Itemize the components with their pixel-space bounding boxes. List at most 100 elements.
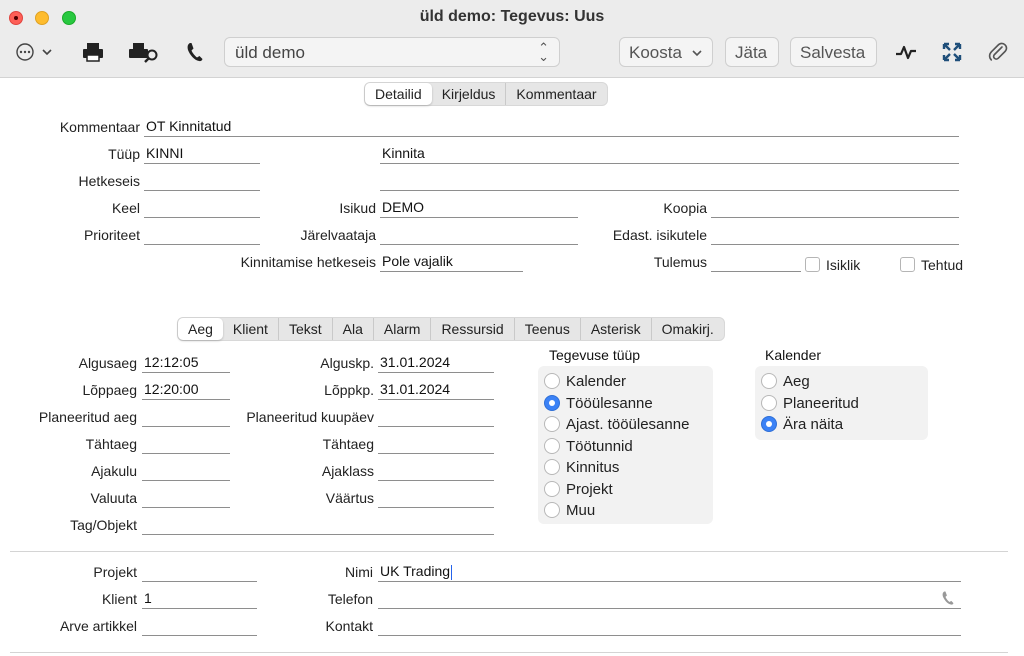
radio-button[interactable] — [544, 438, 560, 454]
expand-button[interactable] — [940, 40, 964, 64]
keel-label: Keel — [111, 200, 140, 216]
vaartus-field[interactable] — [378, 488, 494, 508]
klient-label: Klient — [101, 591, 137, 607]
planeeritud-kuupaev-field[interactable] — [378, 407, 494, 427]
hetkeseis-label: Hetkeseis — [78, 173, 140, 189]
kommentaar-field[interactable]: OT Kinnitatud — [144, 117, 959, 137]
kommentaar-label: Kommentaar — [59, 119, 140, 135]
radio-label: Planeeritud — [783, 394, 859, 412]
tab-aeg[interactable]: Aeg — [178, 318, 223, 340]
radio-button[interactable] — [544, 481, 560, 497]
telefon-field[interactable] — [378, 589, 961, 609]
more-actions-button[interactable] — [14, 40, 56, 64]
radio-button[interactable] — [761, 395, 777, 411]
tulemus-field[interactable] — [711, 252, 801, 272]
radio-planeeritud[interactable]: Planeeritud — [761, 393, 859, 413]
jarelvaataja-field[interactable] — [380, 225, 578, 245]
radio-ara-naita[interactable]: Ära näita — [761, 414, 843, 434]
radio-muu[interactable]: Muu — [544, 500, 595, 520]
ajakulu-field[interactable] — [142, 461, 230, 481]
jarelvaataja-label: Järelvaataja — [300, 227, 377, 243]
tab-kommentaar[interactable]: Kommentaar — [506, 83, 606, 105]
radio-projekt[interactable]: Projekt — [544, 479, 613, 499]
edast-isikutele-label: Edast. isikutele — [612, 227, 707, 243]
radio-button[interactable] — [544, 416, 560, 432]
prioriteet-field[interactable] — [144, 225, 260, 245]
radio-kalender[interactable]: Kalender — [544, 371, 626, 391]
kontakt-label: Kontakt — [325, 618, 373, 634]
print-preview-icon — [129, 43, 158, 63]
tab-omakirj[interactable]: Omakirj. — [652, 318, 724, 340]
radio-aeg[interactable]: Aeg — [761, 371, 810, 391]
tehtud-checkbox[interactable] — [900, 257, 915, 272]
keel-field[interactable] — [144, 198, 260, 218]
loppkp-field[interactable]: 31.01.2024 — [378, 380, 494, 400]
koopia-field[interactable] — [711, 198, 959, 218]
tag-objekt-field[interactable] — [142, 515, 494, 535]
koopia-label: Koopia — [663, 200, 707, 216]
print-preview-button[interactable] — [128, 40, 160, 64]
hetkeseis-description-field[interactable] — [380, 171, 959, 191]
vaartus-label: Väärtus — [325, 490, 374, 506]
algusaeg-label: Algusaeg — [78, 355, 137, 371]
tegevuse-tyyp-title: Tegevuse tüüp — [549, 347, 641, 363]
radio-label: Ajast. tööülesanne — [566, 415, 690, 433]
tahtaeg2-field[interactable] — [378, 434, 494, 454]
tyyp-label: Tüüp — [108, 146, 140, 162]
tab-alarm[interactable]: Alarm — [374, 318, 432, 340]
tyyp-field[interactable]: KINNI — [144, 144, 260, 164]
activity-button[interactable] — [893, 40, 919, 64]
radio-tooulesanne[interactable]: Tööülesanne — [544, 393, 653, 413]
tab-asterisk[interactable]: Asterisk — [581, 318, 652, 340]
print-button[interactable] — [80, 40, 106, 64]
salvesta-button[interactable]: Salvesta — [790, 37, 877, 67]
tyyp-description-field[interactable]: Kinnita — [380, 144, 959, 164]
radio-button[interactable] — [544, 502, 560, 518]
arve-artikkel-field[interactable] — [142, 616, 257, 636]
tab-teenus[interactable]: Teenus — [515, 318, 581, 340]
algusaeg-field[interactable]: 12:12:05 — [142, 353, 230, 373]
loppaeg-field[interactable]: 12:20:00 — [142, 380, 230, 400]
telefon-dial-button[interactable] — [940, 590, 956, 606]
isikud-field[interactable]: DEMO — [380, 198, 578, 218]
ajakulu-label: Ajakulu — [91, 463, 137, 479]
projekt-label: Projekt — [93, 564, 137, 580]
isiklik-checkbox[interactable] — [805, 257, 820, 272]
tab-ressursid[interactable]: Ressursid — [431, 318, 515, 340]
radio-button[interactable] — [544, 373, 560, 389]
prioriteet-label: Prioriteet — [83, 227, 140, 243]
tab-tekst[interactable]: Tekst — [279, 318, 333, 340]
tab-klient[interactable]: Klient — [223, 318, 279, 340]
kinnitamise-hetkeseis-field[interactable]: Pole vajalik — [380, 252, 523, 272]
jata-button[interactable]: Jäta — [725, 37, 779, 67]
company-combo[interactable]: üld demo ⌃ ⌄ — [224, 37, 560, 67]
projekt-field[interactable] — [142, 562, 257, 582]
edast-isikutele-field[interactable] — [711, 225, 959, 245]
planeeritud-aeg-field[interactable] — [142, 407, 230, 427]
tulemus-label: Tulemus — [653, 254, 707, 270]
attachment-icon — [988, 42, 1008, 61]
klient-field[interactable]: 1 — [142, 589, 257, 609]
valuuta-field[interactable] — [142, 488, 230, 508]
radio-tootunnid[interactable]: Töötunnid — [544, 436, 633, 456]
kontakt-field[interactable] — [378, 616, 961, 636]
koosta-button[interactable]: Koosta — [619, 37, 713, 67]
expand-icon — [942, 42, 962, 62]
radio-button[interactable] — [761, 373, 777, 389]
alguskp-field[interactable]: 31.01.2024 — [378, 353, 494, 373]
attachment-button[interactable] — [986, 40, 1010, 64]
hetkeseis-field[interactable] — [144, 171, 260, 191]
radio-button-selected[interactable] — [761, 416, 777, 432]
tab-kirjeldus[interactable]: Kirjeldus — [432, 83, 507, 105]
radio-kinnitus[interactable]: Kinnitus — [544, 457, 619, 477]
ajaklass-field[interactable] — [378, 461, 494, 481]
phone-button[interactable] — [184, 40, 206, 64]
tab-ala[interactable]: Ala — [333, 318, 374, 340]
tahtaeg-field[interactable] — [142, 434, 230, 454]
radio-button[interactable] — [544, 459, 560, 475]
tab-detailid[interactable]: Detailid — [365, 83, 432, 105]
nimi-field[interactable]: UK Trading — [378, 562, 961, 582]
nimi-value: UK Trading — [380, 563, 451, 579]
radio-ajast-tooulesanne[interactable]: Ajast. tööülesanne — [544, 414, 689, 434]
radio-button-selected[interactable] — [544, 395, 560, 411]
